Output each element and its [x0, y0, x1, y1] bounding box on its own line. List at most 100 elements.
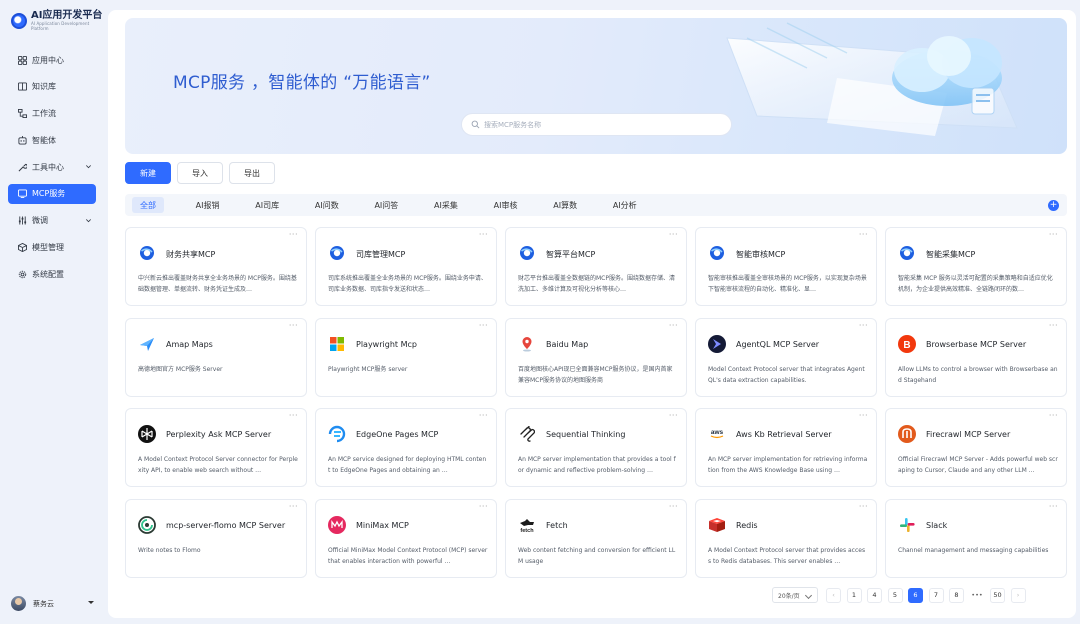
slack-icon	[898, 516, 916, 534]
tab-2[interactable]: AI司库	[251, 197, 283, 213]
windows-icon	[328, 335, 346, 353]
card-title: 财务共享MCP	[166, 250, 216, 259]
import-button[interactable]: 导入	[177, 162, 223, 184]
logo-icon	[11, 12, 27, 29]
next-page-button[interactable]: ›	[1010, 587, 1026, 603]
add-category-icon[interactable]: +	[1048, 200, 1059, 211]
card-title: 司库管理MCP	[356, 250, 406, 259]
more-options-icon[interactable]: ···	[1049, 230, 1058, 239]
pagination: 20条/页 ‹ 1 4 5 6 7 8 ••• 50 ›	[772, 587, 1031, 603]
sidebar-item-0[interactable]: 应用中心	[8, 50, 96, 70]
mcp-card[interactable]: ··· mcp-server-flomo MCP Server Write note…	[125, 499, 307, 578]
sidebar-item-label: 应用中心	[32, 55, 64, 65]
more-options-icon[interactable]: ···	[289, 502, 298, 511]
mcp-card[interactable]: ··· Slack Channel management and messaging…	[885, 499, 1067, 578]
tab-0[interactable]: 全部	[132, 197, 164, 213]
more-options-icon[interactable]: ···	[479, 230, 488, 239]
workflow-icon	[17, 109, 27, 119]
chevron-down-icon[interactable]	[85, 163, 92, 170]
more-options-icon[interactable]: ···	[289, 230, 298, 239]
card-title: Sequential Thinking	[546, 430, 626, 439]
page-size-select[interactable]: 20条/页	[772, 587, 818, 603]
page-button[interactable]: 8	[949, 587, 964, 603]
more-options-icon[interactable]: ···	[859, 321, 868, 330]
card-title: Redis	[736, 521, 758, 530]
page-button[interactable]: 1	[846, 587, 862, 603]
more-options-icon[interactable]: ···	[1049, 502, 1058, 511]
more-options-icon[interactable]: ···	[289, 321, 298, 330]
card-description: 智能采集 MCP 服务以灵活可配置的采集策略和自适应优化机制，为企业提供高效精准…	[898, 275, 1053, 293]
card-description: 财芯平台推出覆盖全数据链的MCP服务。围绕数据存储、清洗加工、多维计算及可视化分…	[518, 275, 675, 293]
mcp-card[interactable]: ··· Redis A Model Context Protocol server …	[695, 499, 877, 578]
mcp-card[interactable]: ··· AgentQL MCP Server Model Context Proto…	[695, 318, 877, 397]
page-button[interactable]: 4	[867, 587, 882, 603]
page-button[interactable]: 7	[928, 587, 944, 603]
mcp-card[interactable]: ··· Amap Maps 高德地图官方 MCP服务 Server	[125, 318, 307, 397]
mcp-card[interactable]: ··· Perplexity Ask MCP Server A Model Cont…	[125, 408, 307, 487]
mcp-card[interactable]: ··· Baidu Map 百度地图核心API现已全面兼容MCP服务协议，是国内首家…	[505, 318, 687, 397]
sidebar-item-7[interactable]: 模型管理	[8, 238, 96, 258]
mcp-card[interactable]: ··· 司库管理MCP 司库系统推出覆盖全业务场景的 MCP服务。围绕业务申请、司库…	[315, 227, 497, 306]
mcp-card[interactable]: ··· 智能采集MCP 智能采集 MCP 服务以灵活可配置的采集策略和自适应优化机制…	[885, 227, 1067, 306]
page-button[interactable]: 50	[990, 587, 1005, 603]
more-options-icon[interactable]: ···	[669, 230, 678, 239]
more-options-icon[interactable]: ···	[669, 502, 678, 511]
search-input[interactable]	[484, 120, 714, 129]
mcp-card[interactable]: ··· Sequential Thinking An MCP server impl…	[505, 408, 687, 487]
more-options-icon[interactable]: ···	[669, 321, 678, 330]
mcp-card[interactable]: ··· Playwright Mcp Playwright MCP服务 server	[315, 318, 497, 397]
more-options-icon[interactable]: ···	[479, 502, 488, 511]
sidebar-item-8[interactable]: 系统配置	[8, 264, 96, 284]
user-menu[interactable]: 蔡务云	[11, 596, 97, 611]
more-options-icon[interactable]: ···	[859, 230, 868, 239]
more-options-icon[interactable]: ···	[859, 411, 868, 420]
mcp-card[interactable]: ··· fetch Fetch Web content fetching and co…	[505, 499, 687, 578]
more-options-icon[interactable]: ···	[1049, 411, 1058, 420]
tab-8[interactable]: AI分析	[609, 197, 641, 213]
page-button[interactable]: 5	[887, 587, 903, 603]
sidebar-item-1[interactable]: 知识库	[8, 77, 96, 97]
agent-icon	[17, 135, 27, 145]
card-title: Browserbase MCP Server	[926, 340, 1027, 349]
more-options-icon[interactable]: ···	[669, 411, 678, 420]
page-button[interactable]: •••	[969, 587, 985, 603]
tab-3[interactable]: AI问数	[311, 197, 343, 213]
tab-6[interactable]: AI审核	[490, 197, 522, 213]
mcp-card[interactable]: ··· B Browserbase MCP Server Allow LLMs to …	[885, 318, 1067, 397]
mcp-card[interactable]: ··· 财务共享MCP 中兴新云推出覆盖财务共享全业务场景的 MCP服务。围绕基础数…	[125, 227, 307, 306]
tab-4[interactable]: AI问答	[370, 197, 402, 213]
prev-page-button[interactable]: ‹	[826, 587, 841, 603]
app-logo[interactable]: AI应用开发平台 AI Application Development Plat…	[11, 10, 108, 31]
mcp-card[interactable]: ··· Firecrawl MCP Server Official Firecraw…	[885, 408, 1067, 487]
sidebar-item-6[interactable]: 微调	[8, 211, 96, 231]
more-options-icon[interactable]: ···	[1049, 321, 1058, 330]
mcp-card[interactable]: ··· 智算平台MCP 财芯平台推出覆盖全数据链的MCP服务。围绕数据存储、清洗加工…	[505, 227, 687, 306]
more-options-icon[interactable]: ···	[859, 502, 868, 511]
mcp-card[interactable]: ··· aws Aws Kb Retrieval Server An MCP serv…	[695, 408, 877, 487]
sidebar-item-4[interactable]: 工具中心	[8, 157, 96, 177]
page-button[interactable]: 6	[908, 587, 923, 603]
more-options-icon[interactable]: ···	[479, 411, 488, 420]
sidebar-item-3[interactable]: 智能体	[8, 130, 96, 150]
card-description: Official MiniMax Model Context Protocol …	[328, 547, 488, 565]
chevron-down-icon[interactable]	[85, 217, 92, 224]
blue-logo	[898, 244, 916, 262]
search-box[interactable]	[461, 113, 732, 136]
redis-icon	[708, 516, 726, 534]
tab-1[interactable]: AI报销	[192, 197, 224, 213]
mcp-card[interactable]: ··· MiniMax MCP Official MiniMax Model Con…	[315, 499, 497, 578]
more-options-icon[interactable]: ···	[289, 411, 298, 420]
tab-5[interactable]: AI采集	[430, 197, 462, 213]
more-options-icon[interactable]: ···	[479, 321, 488, 330]
mcp-card[interactable]: ··· 智能审核MCP 智能审核推出覆盖全审核场景的 MCP服务，以实现复杂场景下智…	[695, 227, 877, 306]
card-description: Model Context Protocol server that integ…	[708, 366, 865, 384]
new-button[interactable]: 新建	[125, 162, 171, 184]
firecrawl-icon	[898, 425, 916, 443]
mcp-card[interactable]: ··· EdgeOne Pages MCP An MCP service desig…	[315, 408, 497, 487]
agentql-icon	[708, 335, 726, 353]
blue-logo	[708, 244, 726, 262]
tab-7[interactable]: AI算数	[549, 197, 581, 213]
export-button[interactable]: 导出	[229, 162, 275, 184]
sidebar-item-5[interactable]: MCP服务	[8, 183, 96, 204]
sidebar-item-2[interactable]: 工作流	[8, 104, 96, 124]
